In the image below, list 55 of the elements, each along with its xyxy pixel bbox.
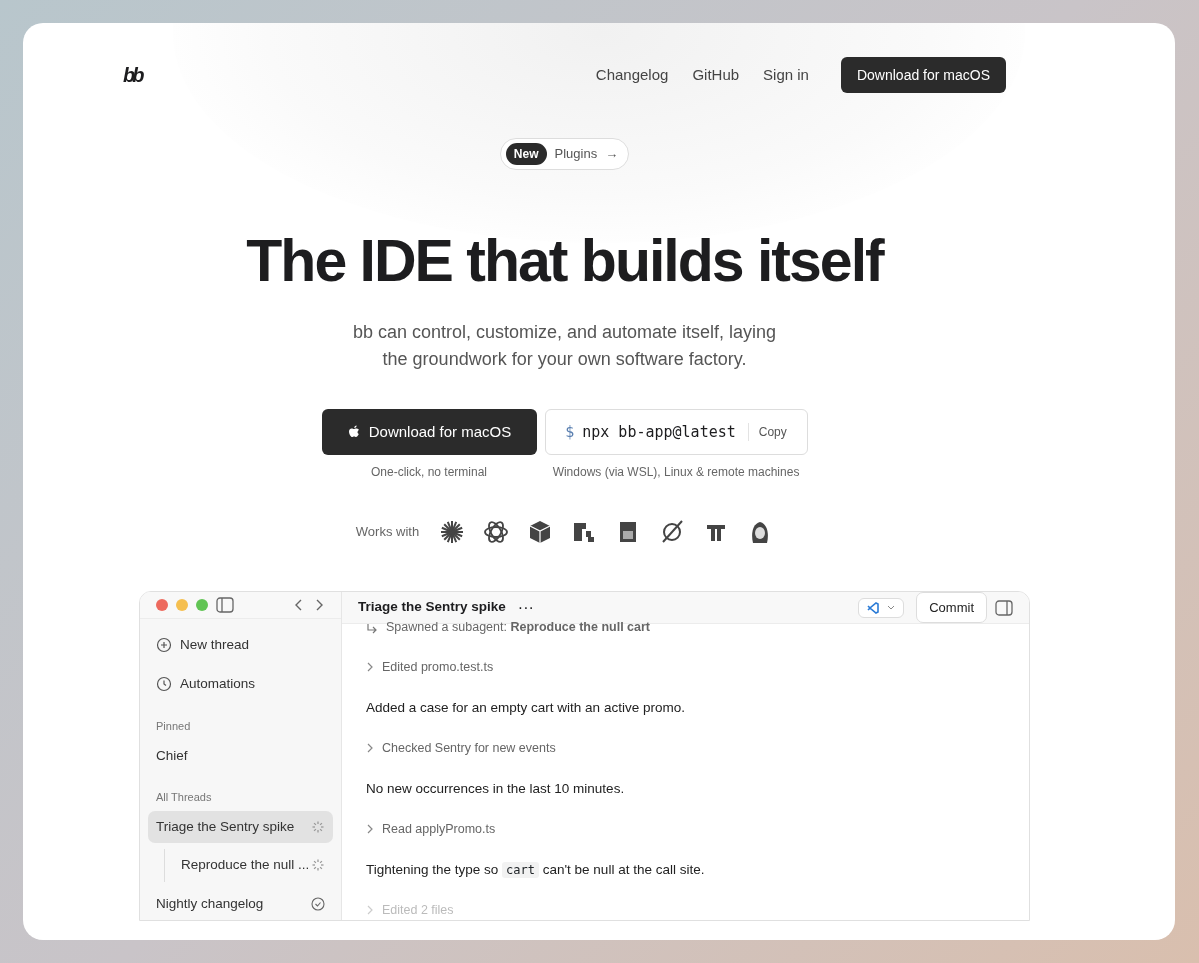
new-badge: New (505, 143, 547, 165)
announcement-pill[interactable]: New Plugins → (499, 138, 630, 170)
thread-item[interactable]: Nightly changelog (148, 887, 333, 920)
check-circle-icon (311, 896, 325, 911)
chevron-right-icon (366, 662, 374, 673)
message-text: Tightening the type so cart can't be null at the call site. (366, 860, 706, 880)
nav-link[interactable]: Sign in (763, 63, 809, 87)
subagent-note: Spawned a subagent: Reproduce the null cart (386, 619, 650, 637)
section-label: All Threads (155, 789, 213, 805)
command-text: npx bb-app@latest (582, 421, 736, 443)
activity-step[interactable]: Checked Sentry for new events (366, 739, 1005, 758)
window-control-icon[interactable] (156, 599, 168, 612)
commit-button[interactable]: Commit (916, 591, 987, 624)
sidebar-toggle-icon[interactable] (216, 597, 234, 614)
download-button[interactable]: Download for macOS (840, 57, 1006, 93)
hero-title: The IDE that builds itself (245, 227, 885, 296)
more-button[interactable]: ··· (517, 595, 534, 620)
spinner-icon (311, 858, 325, 873)
download-caption: One-click, no terminal (370, 463, 487, 481)
chevron-right-icon (366, 743, 374, 754)
copy-button[interactable]: Copy (747, 422, 787, 441)
thread-item[interactable]: Reproduce the null ... (164, 849, 333, 882)
chevron-down-icon (887, 604, 896, 611)
plus-circle-icon (156, 637, 172, 654)
arrow-glyph: → (605, 145, 619, 164)
download-button[interactable]: Download for macOS (321, 408, 537, 455)
hero-subtitle: bb can control, customize, and automate itself, laying the groundwork for your own software factory. (351, 320, 778, 371)
spinner-icon (311, 820, 325, 835)
editor-icon (867, 601, 880, 614)
command-caption: Windows (via WSL), Linux & remote machines (552, 463, 800, 481)
subagent-icon (366, 621, 378, 634)
sidebar-action[interactable]: New thread (148, 627, 333, 664)
asterisk-icon (439, 518, 466, 545)
editor-picker[interactable] (858, 597, 905, 618)
activity-step[interactable]: Edited promo.test.ts (366, 658, 1005, 677)
section-label: Pinned (155, 718, 192, 734)
apple-icon (346, 423, 361, 440)
panel-toggle-icon[interactable] (995, 599, 1013, 616)
chevron-right-icon (366, 905, 374, 916)
message-text: Added a case for an empty cart with an active promo. (366, 698, 686, 717)
activity-step[interactable]: Read applyPromo.ts (366, 820, 1005, 839)
announcement-label: Plugins (554, 145, 598, 164)
sidebar-action[interactable]: Automations (148, 665, 333, 702)
logo[interactable]: bb (123, 60, 142, 90)
clock-icon (156, 675, 172, 692)
prompt-glyph: $ (565, 421, 575, 443)
thread-item[interactable]: Triage the Sentry spike (148, 811, 333, 844)
chevron-right-icon (366, 824, 374, 835)
thread-title: Triage the Sentry spike (358, 598, 506, 617)
thread-item[interactable]: Chief (148, 740, 333, 773)
slashed-circle-icon (659, 518, 686, 545)
message-text: No new occurrences in the last 10 minutes. (366, 779, 626, 798)
works-with-label: Works with (355, 523, 420, 542)
nav-link[interactable]: Changelog (595, 63, 669, 87)
nav-link[interactable]: GitHub (692, 63, 740, 87)
